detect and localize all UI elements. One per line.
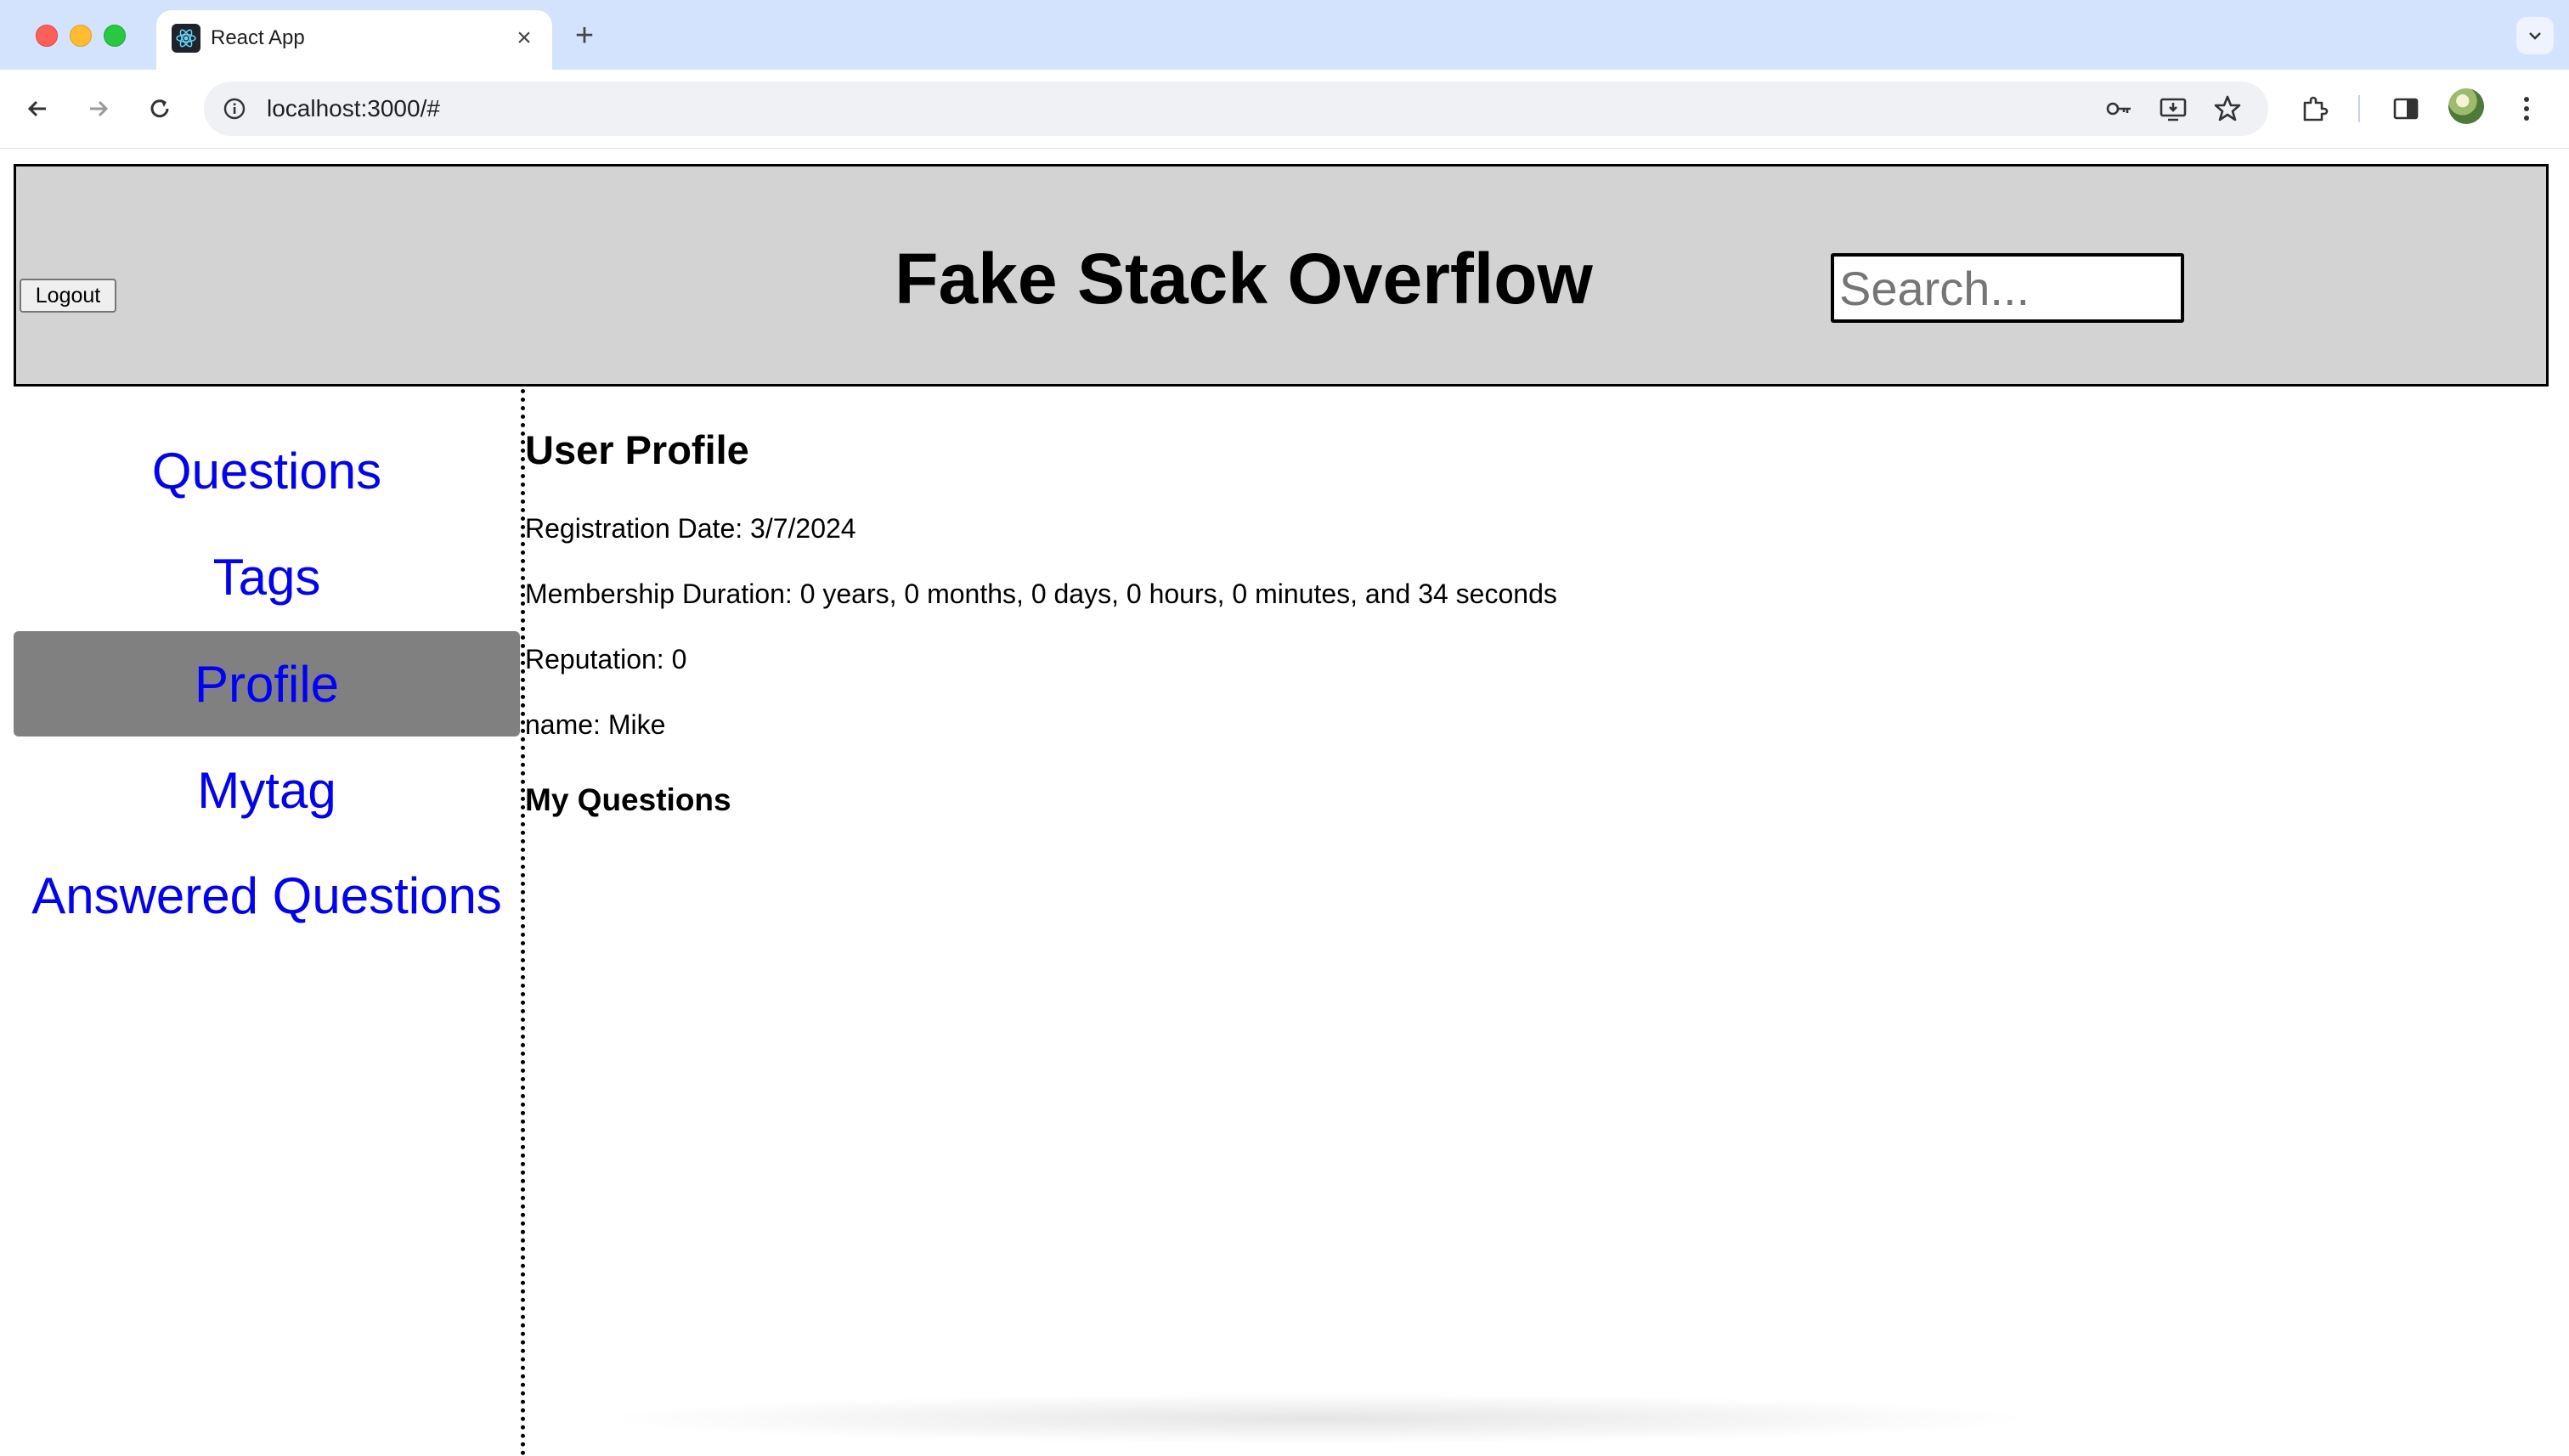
sidebar-item-tags[interactable]: Tags (14, 524, 520, 629)
profile-avatar[interactable] (2448, 88, 2484, 124)
sidebar-item-mytag[interactable]: Mytag (14, 737, 520, 843)
url-text: localhost:3000/# (267, 95, 440, 121)
kebab-menu-icon[interactable] (2508, 90, 2545, 127)
react-icon (172, 24, 200, 53)
key-icon[interactable] (2102, 92, 2136, 126)
install-app-icon[interactable] (2156, 92, 2190, 126)
site-info-icon[interactable] (219, 93, 250, 124)
site-title: Fake Stack Overflow (895, 239, 1593, 319)
browser-toolbar: localhost:3000/# (0, 70, 2569, 149)
browser-tab[interactable]: React App × (156, 10, 552, 70)
close-window-button[interactable] (36, 25, 58, 47)
reputation: Reputation: 0 (525, 644, 687, 674)
logout-button[interactable]: Logout (20, 279, 116, 313)
extensions-puzzle-icon[interactable] (2295, 90, 2333, 127)
sidebar-item-answered-questions[interactable]: Answered Questions (14, 843, 520, 948)
my-questions-heading: My Questions (525, 782, 731, 817)
side-panel-icon[interactable] (2387, 90, 2425, 127)
registration-date: Registration Date: 3/7/2024 (525, 513, 856, 544)
toolbar-divider (2358, 95, 2360, 122)
site-header: Logout Fake Stack Overflow (14, 164, 2549, 387)
minimize-window-button[interactable] (70, 25, 92, 47)
user-name: name: Mike (525, 709, 666, 740)
search-input[interactable] (1831, 253, 2184, 323)
new-tab-icon[interactable]: + (567, 18, 601, 54)
page-title: User Profile (525, 427, 749, 472)
page-viewport: Logout Fake Stack Overflow Questions Tag… (0, 149, 2569, 1456)
sidebar-item-profile[interactable]: Profile (14, 631, 520, 736)
close-tab-icon[interactable]: × (510, 24, 539, 53)
bottom-shadow (595, 1393, 2039, 1444)
tab-search-chevron-icon[interactable] (2516, 17, 2554, 54)
maximize-window-button[interactable] (104, 25, 126, 47)
sidebar: Questions Tags Profile Mytag Answered Qu… (0, 389, 525, 1456)
tab-title: React App (211, 26, 305, 49)
browser-tab-strip: React App × + (0, 0, 2569, 70)
forward-arrow-icon[interactable] (80, 90, 117, 127)
reload-icon[interactable] (141, 90, 178, 127)
bookmark-star-icon[interactable] (2210, 92, 2244, 126)
membership-duration: Membership Duration: 0 years, 0 months, … (525, 578, 1557, 609)
address-bar[interactable]: localhost:3000/# (204, 82, 2268, 136)
back-arrow-icon[interactable] (19, 90, 56, 127)
sidebar-item-questions[interactable]: Questions (14, 418, 520, 523)
